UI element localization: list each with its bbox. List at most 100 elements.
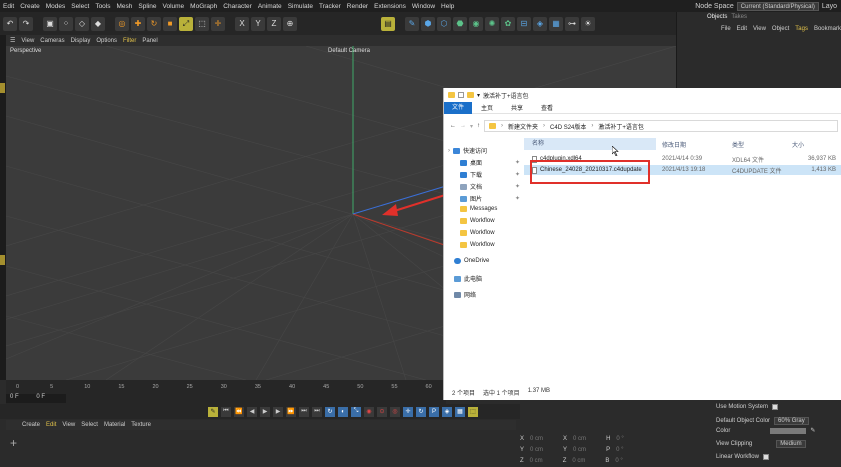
quick-access-dropdown-icon[interactable]: ▾ — [477, 92, 480, 99]
ribbon-tab-share[interactable]: 共享 — [502, 103, 532, 112]
node-space-select[interactable]: Current (Standard/Physical) — [736, 1, 819, 11]
point-key-icon[interactable]: P — [429, 406, 439, 417]
column-date[interactable]: 修改日期 — [656, 140, 726, 149]
param-key-icon[interactable]: ◈ — [442, 406, 452, 417]
explorer-titlebar[interactable]: ▾ 激活补丁+语言包 — [444, 88, 841, 102]
menu-animate[interactable]: Animate — [255, 3, 285, 10]
crumb-separator-icon[interactable]: › — [543, 123, 545, 129]
play-icon[interactable]: ▶ — [260, 406, 270, 417]
x-axis-lock-icon[interactable]: X — [235, 16, 249, 31]
coord-size-field[interactable]: 0 cm — [572, 458, 585, 464]
nav-messages[interactable]: Messages — [460, 206, 497, 212]
crumb-1[interactable]: 新建文件夹 — [508, 122, 538, 131]
nav-workflow-3[interactable]: Workflow — [460, 242, 495, 248]
menu-character[interactable]: Character — [220, 3, 255, 10]
material-area[interactable]: + — [6, 430, 516, 467]
left-tool-2[interactable] — [0, 255, 5, 265]
deformer-icon[interactable]: ✺ — [485, 16, 499, 31]
coord-rot-field[interactable]: 0 ° — [616, 447, 623, 453]
crumb-separator-icon[interactable]: › — [591, 123, 593, 129]
light-icon[interactable]: ☀ — [581, 16, 595, 31]
polygons-mode-icon[interactable]: ◆ — [91, 16, 105, 31]
column-type[interactable]: 类型 — [726, 140, 786, 149]
spline-pen-icon[interactable]: ✎ — [405, 16, 419, 31]
camera-icon[interactable]: ⊶ — [565, 16, 579, 31]
tab-takes[interactable]: Takes — [731, 14, 747, 24]
move-icon[interactable]: ✚ — [131, 16, 145, 31]
selected-tool-icon[interactable]: ⤢ — [179, 16, 193, 31]
axis-icon[interactable]: ✛ — [211, 16, 225, 31]
menu-render[interactable]: Render — [344, 3, 371, 10]
field-icon[interactable]: ✿ — [501, 16, 515, 31]
prev-frame-icon[interactable]: ◀ — [247, 406, 257, 417]
vp-menu-filter[interactable]: Filter — [123, 38, 136, 44]
menu-tools[interactable]: Tools — [92, 3, 113, 10]
motion-icon[interactable]: ▦ — [455, 406, 465, 417]
rotation-key-icon[interactable]: ↻ — [416, 406, 426, 417]
menu-modes[interactable]: Modes — [43, 3, 69, 10]
autokey-icon[interactable]: ◐ — [338, 406, 348, 417]
mat-menu-view[interactable]: View — [62, 422, 75, 428]
undo-icon[interactable]: ↶ — [3, 16, 17, 31]
live-selection-icon[interactable]: ◎ — [115, 16, 129, 31]
scene-icon[interactable]: ⊟ — [517, 16, 531, 31]
loop-icon[interactable]: ⏭ — [312, 406, 322, 417]
menu-help[interactable]: Help — [438, 3, 457, 10]
next-frame-icon[interactable]: ▶ — [273, 406, 283, 417]
nav-documents[interactable]: 文档 ✦ — [460, 182, 520, 191]
edges-mode-icon[interactable]: ◇ — [75, 16, 89, 31]
vp-menu-options[interactable]: Options — [96, 38, 117, 44]
tab-objects[interactable]: Objects — [707, 14, 727, 24]
menu-window[interactable]: Window — [409, 3, 438, 10]
rotate-icon[interactable]: ↻ — [147, 16, 161, 31]
menu-mesh[interactable]: Mesh — [114, 3, 136, 10]
frame-current-field[interactable]: 0 F — [36, 394, 45, 400]
coord-size-field[interactable]: 0 cm — [573, 436, 586, 442]
crumb-separator-icon[interactable]: › — [501, 123, 503, 129]
obj-menu-edit[interactable]: Edit — [737, 26, 747, 36]
obj-menu-file[interactable]: File — [721, 26, 731, 36]
y-axis-lock-icon[interactable]: Y — [251, 16, 265, 31]
left-tool-1[interactable] — [0, 83, 5, 93]
recent-dropdown-icon[interactable]: ▾ — [470, 123, 473, 130]
obj-menu-object[interactable]: Object — [772, 26, 789, 36]
mat-menu-material[interactable]: Material — [104, 422, 125, 428]
clapper-icon[interactable]: ▤ — [381, 16, 395, 31]
forward-arrow-icon[interactable]: → — [460, 123, 466, 129]
default-color-select[interactable]: 60% Gray — [774, 417, 809, 425]
use-motion-checkbox[interactable] — [772, 404, 779, 410]
ribbon-tab-view[interactable]: 查看 — [532, 103, 562, 112]
keyframe-mode-icon[interactable]: ✎ — [208, 406, 218, 417]
cube-icon[interactable]: ⬢ — [421, 16, 435, 31]
subdivision-icon[interactable]: ⬣ — [453, 16, 467, 31]
go-to-end-icon[interactable]: ⏭ — [299, 406, 309, 417]
eyedropper-icon[interactable]: ✎ — [810, 427, 815, 434]
timeline-icon[interactable]: ⬚ — [468, 406, 478, 417]
obj-menu-tags[interactable]: Tags — [795, 26, 808, 36]
crumb-3[interactable]: 激活补丁+语言包 — [598, 122, 644, 131]
nav-downloads[interactable]: 下载 ✦ — [460, 170, 520, 179]
scale-icon[interactable]: ■ — [163, 16, 177, 31]
layout-label[interactable]: Layo — [822, 3, 837, 10]
nav-this-pc[interactable]: 此电脑 — [454, 274, 482, 283]
coord-pos-field[interactable]: 0 cm — [530, 447, 543, 453]
coord-pos-field[interactable]: 0 cm — [530, 458, 543, 464]
obj-menu-bookmark[interactable]: Bookmark — [814, 26, 841, 36]
menu-select[interactable]: Select — [68, 3, 92, 10]
timeline[interactable]: 0 5 10 15 20 25 30 35 40 45 50 55 60 0 F 0 F — [6, 380, 446, 404]
coord-size-field[interactable]: 0 cm — [573, 447, 586, 453]
menu-volume[interactable]: Volume — [159, 3, 187, 10]
vp-menu-cameras[interactable]: Cameras — [40, 38, 64, 44]
vp-menu-display[interactable]: Display — [71, 38, 91, 44]
ribbon-tab-file[interactable]: 文件 — [444, 101, 473, 114]
frame-start-field[interactable]: 0 F — [10, 394, 19, 400]
mat-menu-texture[interactable]: Texture — [131, 422, 151, 428]
nav-onedrive[interactable]: OneDrive — [454, 258, 489, 264]
record-mode-icon[interactable]: ↻ — [325, 406, 335, 417]
cloner-icon[interactable]: ◉ — [469, 16, 483, 31]
viewport-menu-icon[interactable]: ☰ — [10, 37, 15, 44]
add-material-icon[interactable]: + — [10, 436, 17, 450]
record-key-icon[interactable]: ◉ — [364, 406, 374, 417]
nav-network[interactable]: 网络 — [454, 290, 476, 299]
breadcrumb[interactable]: › 新建文件夹 › C4D S24版本 › 激活补丁+语言包 — [484, 120, 838, 132]
